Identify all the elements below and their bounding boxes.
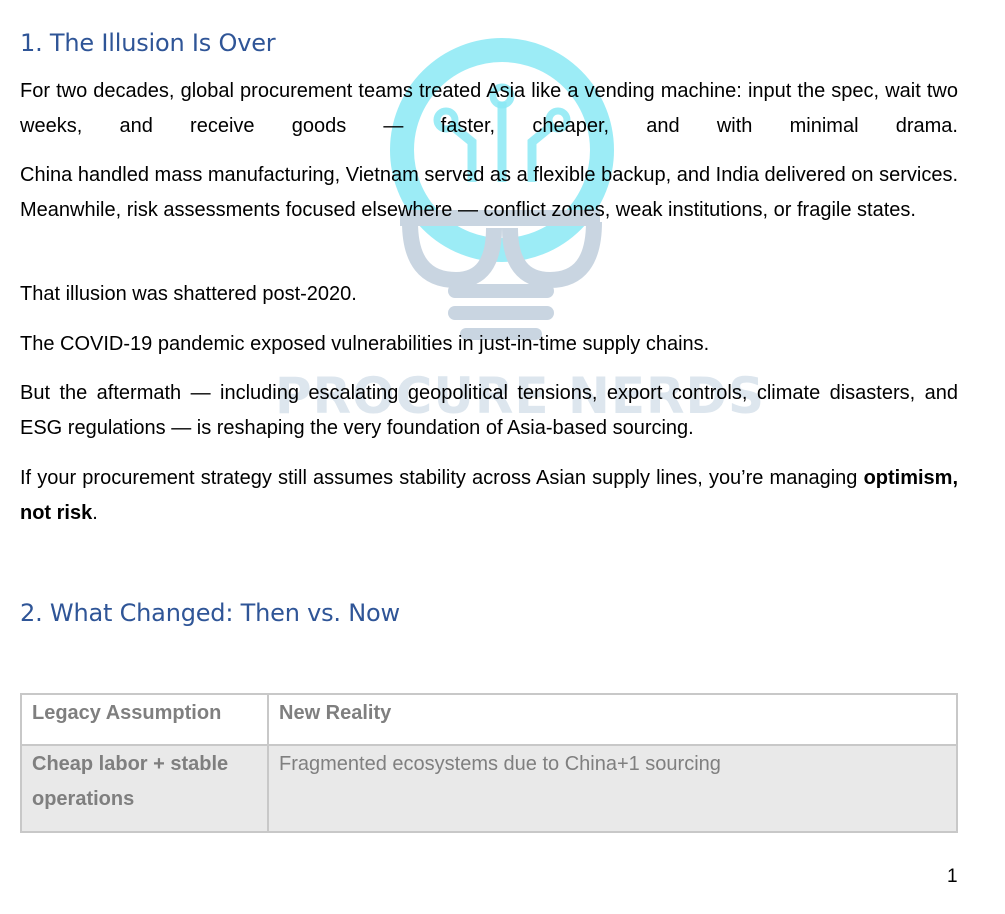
then-vs-now-table: Legacy Assumption New Reality Cheap labo…	[20, 693, 958, 833]
paragraph-closing: If your procurement strategy still assum…	[20, 461, 958, 531]
table-cell-legacy: Cheap labor + stable operations	[20, 744, 269, 833]
table-header-new-reality: New Reality	[267, 693, 958, 746]
section-1-heading: 1. The Illusion Is Over	[20, 29, 276, 57]
closing-period: .	[92, 502, 98, 524]
table-header-row: Legacy Assumption New Reality	[20, 693, 958, 746]
page-number: 1	[947, 866, 958, 887]
table-cell-new-reality: Fragmented ecosystems due to China+1 sou…	[267, 744, 958, 833]
document-page: PROCURE NERDS 1. The Illusion Is Over Fo…	[20, 0, 958, 914]
table-header-legacy: Legacy Assumption	[20, 693, 269, 746]
closing-text: If your procurement strategy still assum…	[20, 467, 858, 489]
paragraph-vending-machine: For two decades, global procurement team…	[20, 80, 958, 137]
paragraph-china-vietnam-india: China handled mass manufacturing, Vietna…	[20, 164, 958, 221]
table-row: Cheap labor + stable operations Fragment…	[20, 744, 958, 833]
paragraph-covid: The COVID-19 pandemic exposed vulnerabil…	[20, 333, 710, 355]
paragraph-aftermath: But the aftermath — including escalating…	[20, 382, 958, 439]
paragraph-illusion-shattered: That illusion was shattered post-2020.	[20, 283, 357, 305]
section-2-heading: 2. What Changed: Then vs. Now	[20, 599, 400, 627]
